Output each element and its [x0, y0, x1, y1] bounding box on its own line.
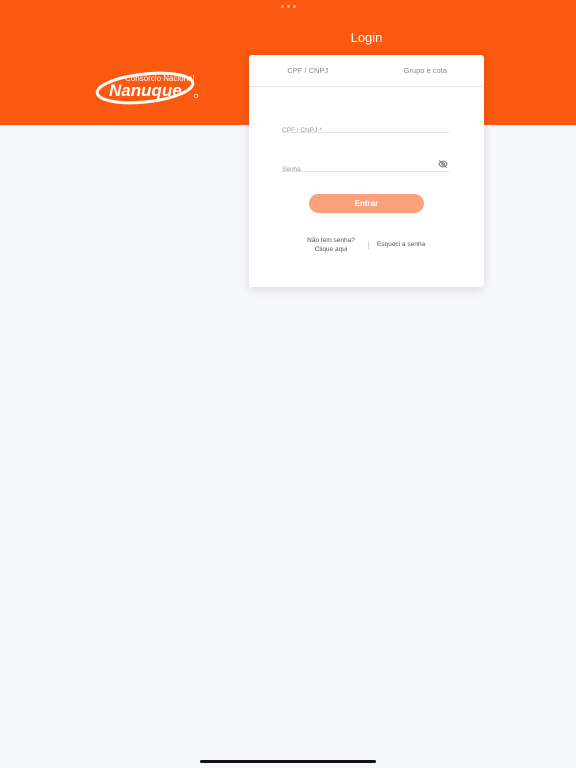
eye-off-icon[interactable]	[438, 159, 448, 169]
cpf-cnpj-input[interactable]	[282, 124, 449, 137]
footer-links: Não tem senha? Clique aqui Esqueci a sen…	[249, 237, 484, 257]
senha-input[interactable]	[282, 163, 449, 176]
no-password-line2: Clique aqui	[314, 245, 348, 253]
cpf-field	[282, 119, 449, 137]
login-tabs: CPF / CNPJ Grupo e cota	[249, 55, 484, 87]
senha-field	[282, 158, 449, 176]
tab-grupo-cota[interactable]: Grupo e cota	[367, 55, 485, 86]
page-title: Login	[350, 30, 383, 45]
link-divider	[368, 241, 369, 249]
forgot-password-link[interactable]: Esqueci a senha	[377, 241, 425, 248]
no-password-link[interactable]: Não tem senha? Clique aqui	[301, 237, 361, 254]
login-card: CPF / CNPJ Grupo e cota Entrar Não tem s…	[249, 55, 484, 287]
home-indicator[interactable]	[200, 760, 376, 763]
multitasking-dots-icon[interactable]	[281, 5, 296, 8]
svg-text:Nanuque: Nanuque	[109, 81, 182, 100]
tab-cpf-cnpj[interactable]: CPF / CNPJ	[249, 55, 367, 86]
no-password-line1: Não tem senha?	[307, 237, 355, 244]
entrar-button[interactable]: Entrar	[309, 194, 424, 213]
nanuque-logo: Consórcio Nacional Nanuque	[95, 71, 199, 105]
